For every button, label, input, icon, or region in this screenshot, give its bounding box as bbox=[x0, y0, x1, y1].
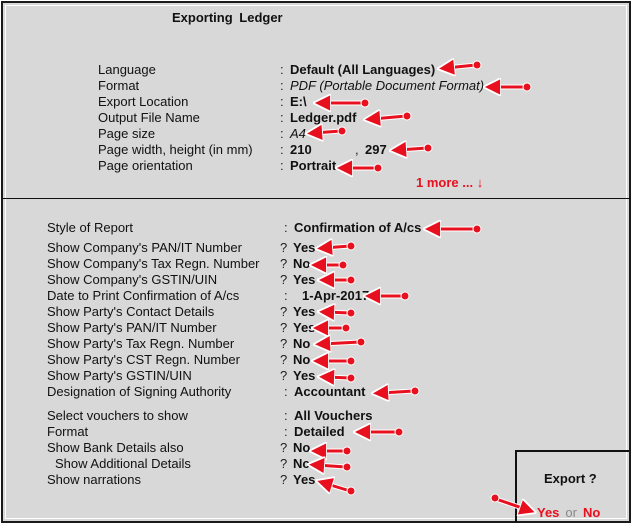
setting-separator: : bbox=[280, 142, 284, 157]
setting-label: Format bbox=[98, 78, 140, 93]
export-or-text: or bbox=[565, 505, 577, 520]
setting-value[interactable]: No bbox=[293, 352, 310, 368]
setting-separator: ? bbox=[280, 320, 288, 335]
setting-label: Output File Name bbox=[98, 110, 200, 125]
setting-value[interactable]: No bbox=[293, 336, 310, 352]
setting-separator: : bbox=[284, 408, 288, 423]
setting-value[interactable]: E:\ bbox=[290, 94, 307, 110]
setting-value[interactable]: Yes bbox=[293, 304, 315, 320]
setting-separator: ? bbox=[280, 304, 288, 319]
setting-value[interactable]: A4 bbox=[290, 126, 306, 142]
setting-value[interactable]: Yes bbox=[293, 240, 315, 256]
setting-separator: ? bbox=[280, 456, 288, 471]
page-width-value[interactable]: 210 bbox=[290, 142, 312, 158]
dialog-title: Exporting Ledger bbox=[172, 10, 283, 25]
setting-separator: ? bbox=[280, 352, 288, 367]
setting-separator: ? bbox=[280, 272, 288, 287]
setting-value[interactable]: Yes bbox=[293, 472, 315, 488]
setting-label: Show Party's CST Regn. Number bbox=[47, 352, 240, 367]
setting-value[interactable]: Default (All Languages) bbox=[290, 62, 435, 78]
setting-label: Show Additional Details bbox=[55, 456, 191, 471]
setting-separator: ? bbox=[280, 256, 288, 271]
setting-label: Show Party's PAN/IT Number bbox=[47, 320, 217, 335]
setting-label: Show narrations bbox=[47, 472, 141, 487]
setting-separator: : bbox=[280, 158, 284, 173]
setting-label: Export Location bbox=[98, 94, 189, 109]
page-height-value[interactable]: 297 bbox=[365, 142, 387, 158]
setting-separator: : bbox=[284, 384, 288, 399]
setting-separator: : bbox=[284, 288, 288, 303]
setting-separator: : bbox=[280, 110, 284, 125]
setting-label: Date to Print Confirmation of A/cs bbox=[47, 288, 240, 303]
setting-separator: ? bbox=[280, 336, 288, 351]
setting-value[interactable]: No bbox=[293, 256, 310, 272]
setting-label: Language bbox=[98, 62, 156, 77]
export-yes-button[interactable]: Yes bbox=[537, 505, 559, 520]
setting-separator: : bbox=[280, 126, 284, 141]
setting-separator: ? bbox=[280, 472, 288, 487]
dimension-separator: , bbox=[355, 142, 359, 157]
setting-value[interactable]: Detailed bbox=[294, 424, 345, 440]
setting-label: Show Party's GSTIN/UIN bbox=[47, 368, 192, 383]
setting-value[interactable]: Accountant bbox=[294, 384, 366, 400]
export-confirm-title: Export ? bbox=[544, 471, 597, 486]
setting-value[interactable]: Yes bbox=[293, 272, 315, 288]
setting-label: Page size bbox=[98, 126, 156, 141]
setting-value[interactable]: Yes bbox=[293, 320, 315, 336]
setting-value[interactable]: Nc bbox=[293, 456, 310, 472]
setting-label: Show Company's PAN/IT Number bbox=[47, 240, 242, 255]
setting-separator: : bbox=[280, 94, 284, 109]
setting-label: Page width, height (in mm) bbox=[98, 142, 253, 157]
setting-separator: ? bbox=[280, 368, 288, 383]
setting-separator: ? bbox=[280, 240, 288, 255]
setting-label: Designation of Signing Authority bbox=[47, 384, 232, 399]
setting-separator: : bbox=[280, 62, 284, 77]
setting-separator: ? bbox=[280, 440, 288, 455]
export-no-button[interactable]: No bbox=[583, 505, 600, 520]
more-options-link[interactable]: 1 more ... ↓ bbox=[416, 175, 483, 190]
setting-value[interactable]: PDF (Portable Document Format) bbox=[290, 78, 484, 94]
setting-value[interactable]: 1-Apr-2017 bbox=[302, 288, 369, 304]
setting-value[interactable]: Portrait bbox=[290, 158, 336, 174]
setting-label: Show Bank Details also bbox=[47, 440, 184, 455]
setting-value[interactable]: Ledger.pdf bbox=[290, 110, 356, 126]
setting-value[interactable]: All Vouchers bbox=[294, 408, 373, 424]
setting-label: Show Company's Tax Regn. Number bbox=[47, 256, 260, 271]
setting-label: Show Company's GSTIN/UIN bbox=[47, 272, 218, 287]
setting-value[interactable]: No bbox=[293, 440, 310, 456]
section-divider bbox=[3, 198, 631, 199]
setting-label: Show Party's Contact Details bbox=[47, 304, 215, 319]
setting-value[interactable]: Confirmation of A/cs bbox=[294, 220, 421, 236]
setting-value[interactable]: Yes bbox=[293, 368, 315, 384]
setting-label: Page orientation bbox=[98, 158, 193, 173]
setting-label: Show Party's Tax Regn. Number bbox=[47, 336, 235, 351]
setting-label: Style of Report bbox=[47, 220, 133, 235]
setting-separator: : bbox=[280, 78, 284, 93]
setting-label: Select vouchers to show bbox=[47, 408, 188, 423]
setting-separator: : bbox=[284, 424, 288, 439]
setting-label: Format bbox=[47, 424, 89, 439]
setting-separator: : bbox=[284, 220, 288, 235]
export-confirm-options: Yes or No bbox=[537, 505, 600, 520]
